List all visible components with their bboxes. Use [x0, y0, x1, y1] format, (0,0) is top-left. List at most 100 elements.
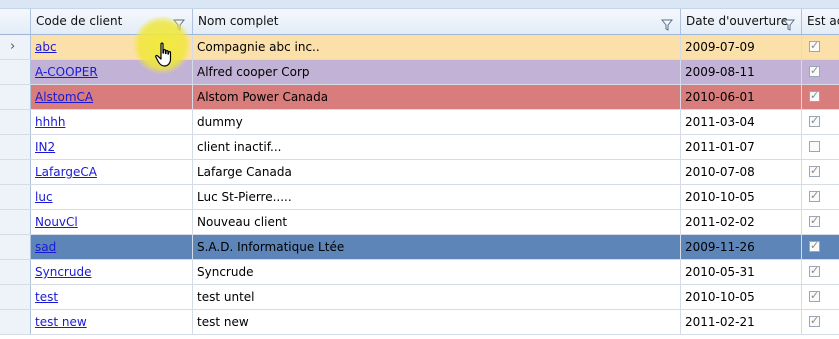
table-row[interactable]: luc Luc St-Pierre..... 2010-10-05 ✓: [0, 185, 839, 210]
row-selector[interactable]: [0, 210, 31, 234]
cell-is-active: ✓: [802, 110, 839, 134]
client-code-link[interactable]: abc: [35, 40, 57, 54]
cell-is-active: ✓: [802, 285, 839, 309]
cell-client-code[interactable]: LafargeCA: [31, 160, 193, 184]
client-code-link[interactable]: hhhh: [35, 115, 65, 129]
table-row[interactable]: test test untel 2010-10-05 ✓: [0, 285, 839, 310]
checkmark-icon: ✓: [810, 64, 820, 77]
row-selector[interactable]: [0, 260, 31, 284]
client-code-link[interactable]: luc: [35, 190, 53, 204]
table-row[interactable]: › abc Compagnie abc inc.. 2009-07-09 ✓: [0, 35, 839, 60]
full-name-text: Lafarge Canada: [197, 165, 292, 179]
cell-is-active: ✓: [802, 235, 839, 259]
full-name-text: Compagnie abc inc..: [197, 40, 320, 54]
active-checkbox-checked[interactable]: ✓: [809, 314, 820, 327]
row-selector[interactable]: [0, 310, 31, 334]
active-checkbox-checked[interactable]: ✓: [809, 289, 820, 302]
cell-client-code[interactable]: IN2: [31, 135, 193, 159]
cell-client-code[interactable]: test: [31, 285, 193, 309]
cell-full-name: test untel: [193, 285, 681, 309]
filter-icon[interactable]: [660, 15, 674, 31]
grid-top-strip: [0, 0, 839, 9]
table-row[interactable]: test new test new 2011-02-21 ✓: [0, 310, 839, 335]
cell-is-active: [802, 135, 839, 159]
active-checkbox-checked[interactable]: ✓: [809, 114, 820, 127]
client-code-link[interactable]: Syncrude: [35, 265, 91, 279]
open-date-text: 2011-02-21: [685, 315, 755, 329]
table-row[interactable]: Syncrude Syncrude 2010-05-31 ✓: [0, 260, 839, 285]
open-date-text: 2010-05-31: [685, 265, 755, 279]
full-name-text: Alstom Power Canada: [197, 90, 329, 104]
client-code-link[interactable]: NouvCl: [35, 215, 78, 229]
cell-open-date: 2010-10-05: [681, 285, 802, 309]
cell-open-date: 2011-01-07: [681, 135, 802, 159]
row-selector[interactable]: [0, 135, 31, 159]
cell-open-date: 2010-07-08: [681, 160, 802, 184]
client-code-link[interactable]: AlstomCA: [35, 90, 93, 104]
open-date-text: 2010-10-05: [685, 190, 755, 204]
table-row[interactable]: hhhh dummy 2011-03-04 ✓: [0, 110, 839, 135]
full-name-text: Luc St-Pierre.....: [197, 190, 292, 204]
header-corner[interactable]: [0, 9, 31, 34]
active-checkbox-checked[interactable]: ✓: [809, 189, 820, 202]
active-checkbox-checked[interactable]: ✓: [809, 264, 820, 277]
row-selector[interactable]: [0, 235, 31, 259]
client-code-link[interactable]: sad: [35, 240, 56, 254]
checkmark-icon: ✓: [810, 214, 820, 227]
row-selector[interactable]: [0, 60, 31, 84]
table-row[interactable]: IN2 client inactif... 2011-01-07: [0, 135, 839, 160]
row-selector[interactable]: [0, 285, 31, 309]
table-row[interactable]: LafargeCA Lafarge Canada 2010-07-08 ✓: [0, 160, 839, 185]
grid-header-row: Code de client Nom complet Date d'ouvert…: [0, 9, 839, 35]
cell-client-code[interactable]: AlstomCA: [31, 85, 193, 109]
cell-is-active: ✓: [802, 210, 839, 234]
active-checkbox-checked[interactable]: ✓: [809, 39, 820, 52]
row-selector[interactable]: [0, 110, 31, 134]
active-checkbox-checked[interactable]: ✓: [809, 239, 820, 252]
client-grid: Code de client Nom complet Date d'ouvert…: [0, 0, 839, 339]
client-code-link[interactable]: test new: [35, 315, 87, 329]
cell-open-date: 2010-10-05: [681, 185, 802, 209]
active-checkbox-checked[interactable]: ✓: [809, 164, 820, 177]
cell-is-active: ✓: [802, 85, 839, 109]
cell-client-code[interactable]: sad: [31, 235, 193, 259]
table-row[interactable]: NouvCl Nouveau client 2011-02-02 ✓: [0, 210, 839, 235]
client-code-link[interactable]: IN2: [35, 140, 55, 154]
table-row[interactable]: sad S.A.D. Informatique Ltée 2009-11-26 ✓: [0, 235, 839, 260]
client-code-link[interactable]: LafargeCA: [35, 165, 97, 179]
active-checkbox-checked[interactable]: ✓: [809, 214, 820, 227]
column-header-active[interactable]: Est actif: [802, 9, 839, 34]
open-date-text: 2009-07-09: [685, 40, 755, 54]
filter-icon[interactable]: [782, 15, 796, 31]
column-header-name[interactable]: Nom complet: [193, 9, 681, 34]
cell-client-code[interactable]: NouvCl: [31, 210, 193, 234]
active-checkbox-checked[interactable]: ✓: [809, 89, 820, 102]
open-date-text: 2009-11-26: [685, 240, 755, 254]
column-header-name-label: Nom complet: [198, 14, 279, 28]
row-selector[interactable]: [0, 185, 31, 209]
row-selector[interactable]: [0, 160, 31, 184]
table-row[interactable]: A-COOPER Alfred cooper Corp 2009-08-11 ✓: [0, 60, 839, 85]
full-name-text: test new: [197, 315, 249, 329]
cell-client-code[interactable]: Syncrude: [31, 260, 193, 284]
row-selector[interactable]: ›: [0, 35, 31, 59]
full-name-text: client inactif...: [197, 140, 282, 154]
active-checkbox-checked[interactable]: ✓: [809, 64, 820, 77]
cell-client-code[interactable]: test new: [31, 310, 193, 334]
cell-open-date: 2009-11-26: [681, 235, 802, 259]
open-date-text: 2010-10-05: [685, 290, 755, 304]
cell-client-code[interactable]: luc: [31, 185, 193, 209]
table-row[interactable]: AlstomCA Alstom Power Canada 2010-06-01 ✓: [0, 85, 839, 110]
client-code-link[interactable]: test: [35, 290, 58, 304]
checkmark-icon: ✓: [810, 314, 820, 327]
column-header-date[interactable]: Date d'ouverture: [681, 9, 802, 34]
cell-full-name: Luc St-Pierre.....: [193, 185, 681, 209]
client-code-link[interactable]: A-COOPER: [35, 65, 98, 79]
cell-full-name: Alstom Power Canada: [193, 85, 681, 109]
cell-client-code[interactable]: hhhh: [31, 110, 193, 134]
row-selector[interactable]: [0, 85, 31, 109]
full-name-text: test untel: [197, 290, 255, 304]
hand-pointer-icon: [155, 42, 175, 71]
active-checkbox-unchecked[interactable]: [809, 141, 820, 152]
cell-is-active: ✓: [802, 185, 839, 209]
